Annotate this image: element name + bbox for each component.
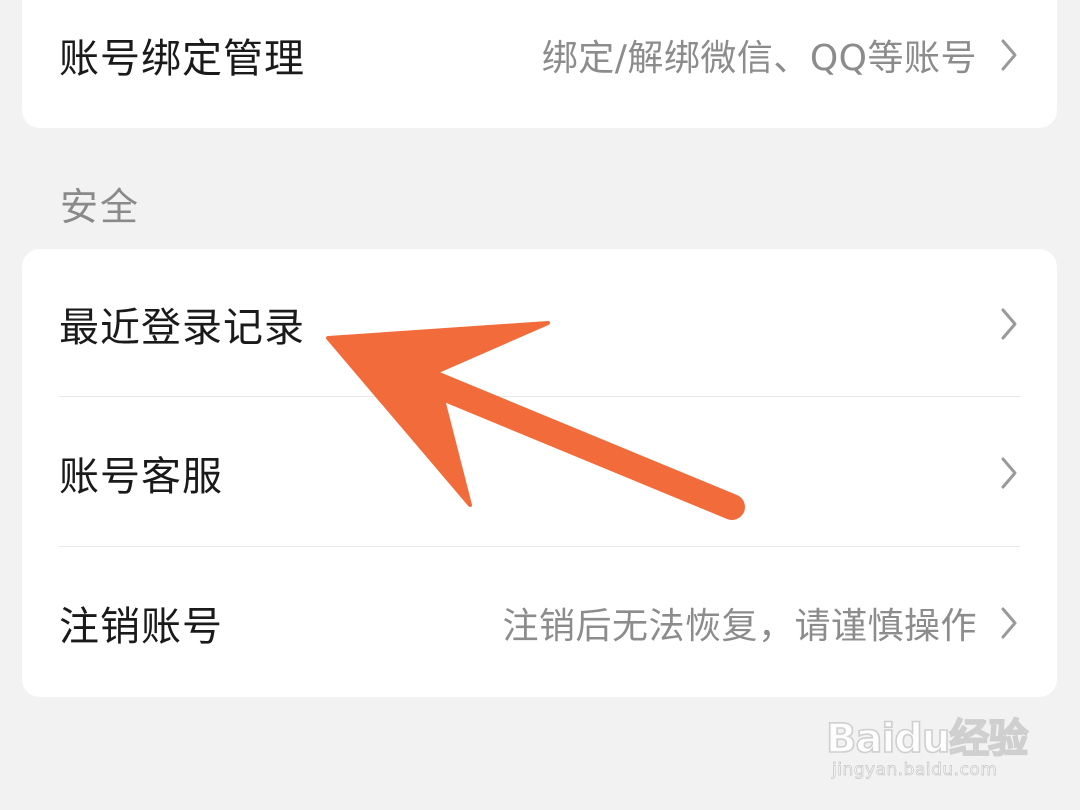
- row-divider: [59, 396, 1020, 397]
- cancel-account-description: 注销后无法恢复，请谨慎操作: [502, 606, 977, 647]
- account-binding-label: 账号绑定管理: [59, 36, 305, 82]
- chevron-right-icon: [1001, 457, 1017, 489]
- watermark-url: jingyan.baidu.com: [832, 760, 998, 781]
- chevron-right-icon: [1001, 308, 1017, 340]
- account-service-row[interactable]: 账号客服: [22, 398, 1057, 548]
- baidu-jingyan-watermark: Baidu经验 jingyan.baidu.com: [825, 690, 1036, 790]
- recent-login-label: 最近登录记录: [59, 305, 305, 351]
- row-divider: [59, 546, 1020, 547]
- cancel-account-row[interactable]: 注销账号 注销后无法恢复，请谨慎操作: [22, 548, 1057, 698]
- account-service-label: 账号客服: [59, 454, 223, 500]
- chevron-right-icon: [1001, 39, 1017, 71]
- security-section-title: 安全: [60, 185, 141, 229]
- recent-login-row[interactable]: 最近登录记录: [22, 249, 1057, 399]
- account-binding-row[interactable]: 账号绑定管理 绑定/解绑微信、QQ等账号: [22, 0, 1057, 130]
- account-binding-description: 绑定/解绑微信、QQ等账号: [541, 38, 977, 79]
- account-card: 账号绑定管理 绑定/解绑微信、QQ等账号: [22, 0, 1057, 128]
- chevron-right-icon: [1001, 607, 1017, 639]
- watermark-logo: Baidu经验: [825, 715, 1029, 763]
- security-card: 最近登录记录 账号客服 注销账号 注销后无法恢复，请谨慎操作: [22, 249, 1057, 697]
- settings-page: 账号绑定管理 绑定/解绑微信、QQ等账号 安全 最近登录记录 账号客服 注销账号…: [0, 0, 1080, 810]
- cancel-account-label: 注销账号: [59, 604, 223, 650]
